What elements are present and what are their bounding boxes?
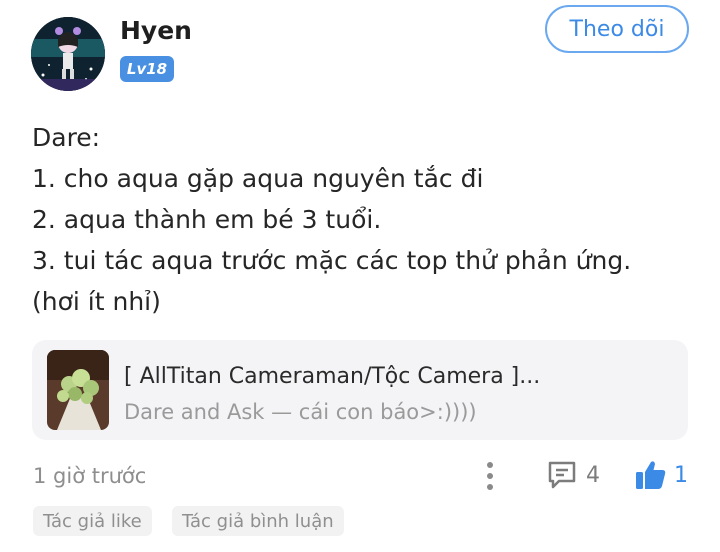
- comment-count: 4: [586, 462, 600, 488]
- like-count: 1: [674, 462, 688, 488]
- referenced-post-subtitle: Dare and Ask — cái con báo>:)))): [124, 400, 477, 424]
- author-commented-tag: Tác giả bình luận: [172, 506, 344, 536]
- avatar[interactable]: [31, 17, 105, 91]
- bouquet-thumbnail: [47, 350, 109, 430]
- avatar-image: [31, 17, 105, 91]
- post-line: (hơi ít nhỉ): [32, 287, 161, 316]
- post-timestamp: 1 giờ trước: [33, 464, 147, 488]
- author-liked-tag: Tác giả like: [33, 506, 152, 536]
- comment-button[interactable]: 4: [546, 456, 600, 494]
- level-badge: Lv18: [120, 56, 174, 82]
- post-line: Dare:: [32, 123, 101, 152]
- follow-button[interactable]: Theo dõi: [545, 5, 689, 53]
- thumbs-up-icon: [636, 461, 666, 489]
- more-vertical-icon: [487, 462, 493, 490]
- referenced-post-title: [ AllTitan Cameraman/Tộc Camera ]...: [124, 364, 541, 389]
- post-line: 2. aqua thành em bé 3 tuổi.: [32, 205, 382, 234]
- comment-icon: [548, 461, 576, 489]
- author-name[interactable]: Hyen: [120, 16, 192, 45]
- post-line: 3. tui tác aqua trước mặc các top thử ph…: [32, 246, 632, 275]
- referenced-post-card[interactable]: [ AllTitan Cameraman/Tộc Camera ]... Dar…: [32, 340, 688, 440]
- post-line: 1. cho aqua gặp aqua nguyên tắc đi: [32, 164, 484, 193]
- more-options-button[interactable]: [478, 458, 502, 494]
- post-body: Dare: 1. cho aqua gặp aqua nguyên tắc đi…: [32, 117, 692, 322]
- like-button[interactable]: 1: [634, 456, 688, 494]
